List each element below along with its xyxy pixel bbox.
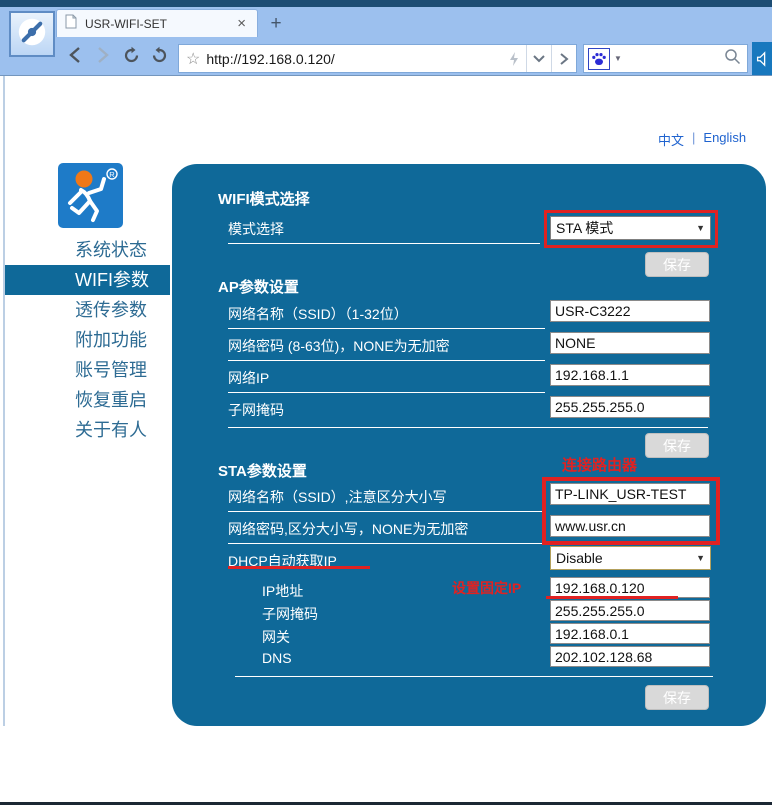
- browser-window: USR-WIFI-SET × + ☆ http://192.168.0.120/: [0, 0, 772, 729]
- lang-english-link[interactable]: English: [703, 130, 746, 149]
- forward-button[interactable]: [90, 40, 116, 70]
- speaker-icon: [755, 50, 769, 68]
- row-underline: [228, 543, 545, 544]
- sta-section-heading: STA参数设置: [218, 460, 307, 481]
- sta-gateway-input[interactable]: [550, 623, 710, 644]
- dhcp-select-value: Disable: [556, 550, 603, 566]
- running-man-icon: R: [58, 163, 123, 228]
- section-underline: [228, 427, 708, 428]
- sidebar-item-restore-restart[interactable]: 恢复重启: [5, 385, 170, 415]
- ap-section-heading: AP参数设置: [218, 276, 299, 297]
- sta-netmask-label: 子网掩码: [262, 604, 318, 624]
- ap-password-label: 网络密码 (8-63位)，NONE为无加密: [228, 336, 450, 356]
- search-bar[interactable]: ▼: [583, 44, 748, 73]
- back-icon: [67, 46, 83, 64]
- page-content: 中文 | English R 系统状态 WIFI参数 透传参数 附加功能 账: [0, 76, 772, 726]
- ap-ip-label: 网络IP: [228, 368, 269, 388]
- ap-netmask-input[interactable]: [550, 396, 710, 418]
- undo-button[interactable]: [146, 40, 172, 70]
- sta-password-label: 网络密码,区分大小写，NONE为无加密: [228, 519, 468, 539]
- sidebar-item-account-management[interactable]: 账号管理: [5, 355, 170, 385]
- sta-ip-label: IP地址: [262, 581, 303, 601]
- usr-logo: R: [58, 163, 123, 228]
- window-titlebar: [0, 0, 772, 7]
- ap-ip-input[interactable]: [550, 364, 710, 386]
- browser-tab[interactable]: USR-WIFI-SET ×: [56, 9, 258, 37]
- lightning-icon[interactable]: [502, 45, 526, 72]
- sta-dns-label: DNS: [262, 650, 292, 666]
- url-text[interactable]: http://192.168.0.120/: [206, 51, 502, 67]
- wifi-mode-save-button[interactable]: 保存: [645, 252, 709, 277]
- dhcp-select[interactable]: Disable ▼: [550, 546, 711, 570]
- select-caret-icon: ▼: [696, 223, 705, 233]
- search-engine-button[interactable]: [588, 48, 610, 70]
- settings-panel: WIFI模式选择 模式选择 STA 模式 ▼ 保存 AP参数设置 网络名称（SS…: [172, 164, 766, 726]
- browser-chrome: USR-WIFI-SET × + ☆ http://192.168.0.120/: [0, 7, 772, 76]
- address-bar-actions: [502, 45, 576, 72]
- forward-icon: [95, 46, 111, 64]
- wifi-mode-select-value: STA 模式: [556, 218, 613, 238]
- sta-credentials-highlight-box: [542, 477, 720, 545]
- back-button[interactable]: [62, 40, 88, 70]
- sidebar-item-wifi-params[interactable]: WIFI参数: [5, 265, 170, 295]
- row-underline: [228, 360, 545, 361]
- search-icon[interactable]: [724, 48, 741, 70]
- search-engine-caret-icon[interactable]: ▼: [614, 54, 724, 63]
- wifi-mode-heading: WIFI模式选择: [218, 188, 310, 209]
- announcement-button[interactable]: [752, 42, 772, 75]
- sidebar-item-system-status[interactable]: 系统状态: [5, 235, 170, 265]
- page-favicon-icon: [65, 14, 77, 34]
- ap-save-button[interactable]: 保存: [645, 433, 709, 458]
- sidebar-item-extra-functions[interactable]: 附加功能: [5, 325, 170, 355]
- static-ip-annotation: 设置固定IP: [452, 578, 521, 598]
- new-tab-button[interactable]: +: [264, 13, 288, 36]
- sta-save-button[interactable]: 保存: [645, 685, 709, 710]
- svg-text:R: R: [109, 170, 115, 179]
- tab-close-icon[interactable]: ×: [234, 15, 249, 32]
- divider: |: [692, 130, 695, 149]
- row-underline: [228, 392, 545, 393]
- sta-gateway-label: 网关: [262, 627, 290, 647]
- sta-dns-input[interactable]: [550, 646, 710, 667]
- ap-password-input[interactable]: [550, 332, 710, 354]
- chevron-down-icon[interactable]: [527, 45, 551, 72]
- wifi-mode-select[interactable]: STA 模式 ▼: [550, 216, 711, 240]
- language-switch: 中文 | English: [658, 130, 746, 149]
- ap-ssid-input[interactable]: [550, 300, 710, 322]
- sidebar-item-about[interactable]: 关于有人: [5, 415, 170, 445]
- go-arrow-icon[interactable]: [552, 45, 576, 72]
- row-underline: [228, 243, 540, 244]
- mode-select-label: 模式选择: [228, 219, 284, 239]
- refresh-icon: [122, 46, 141, 65]
- compass-icon: [13, 13, 51, 56]
- tab-title: USR-WIFI-SET: [85, 17, 234, 31]
- select-caret-icon: ▼: [696, 553, 705, 563]
- row-underline: [228, 328, 545, 329]
- refresh-button[interactable]: [118, 40, 144, 70]
- section-underline: [235, 676, 713, 677]
- sta-netmask-input[interactable]: [550, 600, 710, 621]
- sta-ssid-label: 网络名称（SSID）,注意区分大小写: [228, 487, 447, 507]
- bookmark-star-icon[interactable]: ☆: [179, 49, 206, 69]
- sta-ip-input[interactable]: [550, 577, 710, 598]
- ap-netmask-label: 子网掩码: [228, 400, 284, 420]
- browser-logo-button[interactable]: [9, 11, 55, 57]
- row-underline: [228, 511, 545, 512]
- undo-icon: [150, 46, 169, 65]
- router-annotation: 连接路由器: [562, 454, 637, 475]
- sidebar-item-transparent-params[interactable]: 透传参数: [5, 295, 170, 325]
- paw-icon: [591, 51, 607, 67]
- ip-red-underline: [546, 596, 678, 599]
- address-bar[interactable]: ☆ http://192.168.0.120/: [178, 44, 577, 73]
- ap-ssid-label: 网络名称（SSID）（1-32位）: [228, 304, 408, 324]
- dhcp-red-underline: [228, 566, 370, 569]
- lang-chinese-link[interactable]: 中文: [658, 130, 684, 149]
